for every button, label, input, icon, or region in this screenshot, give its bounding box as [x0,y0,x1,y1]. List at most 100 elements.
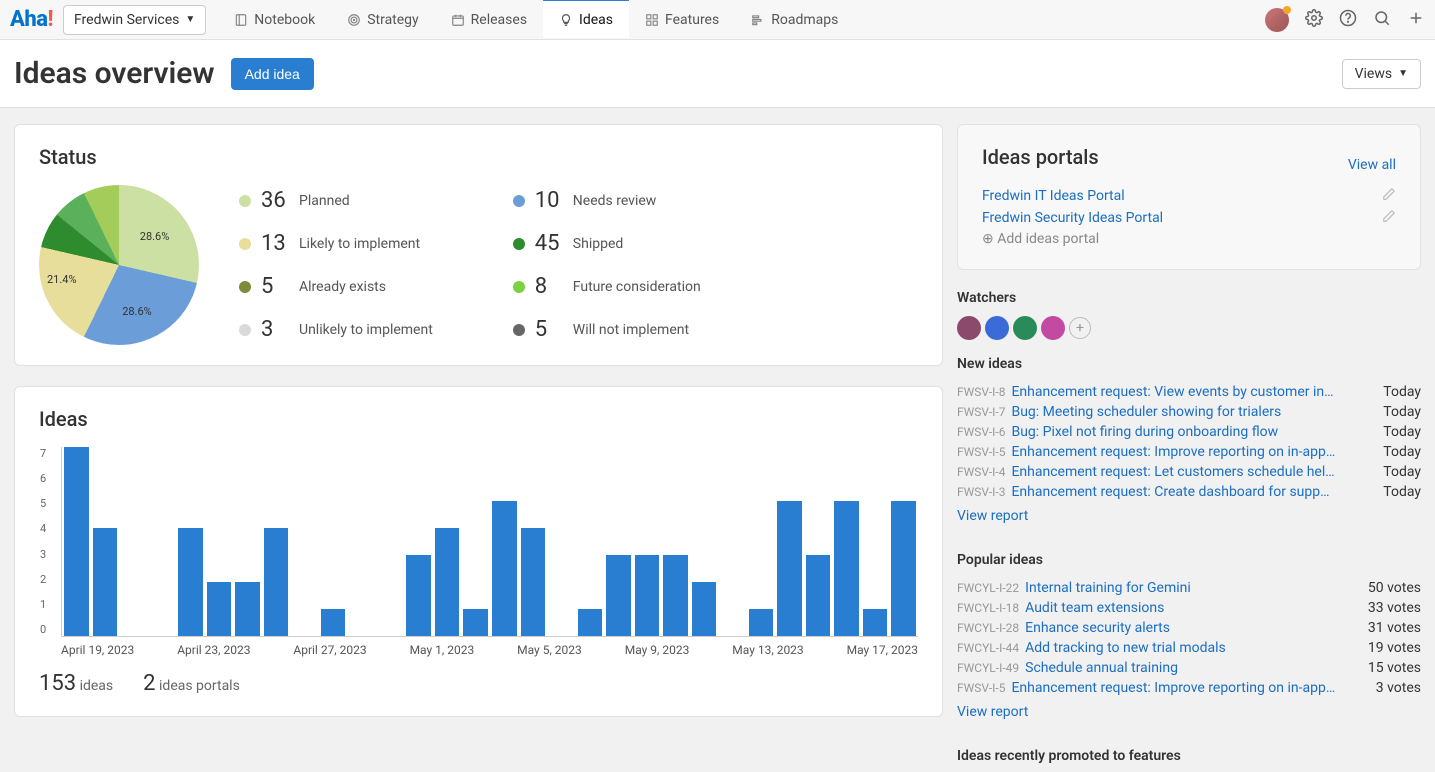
idea-link[interactable]: Add tracking to new trial modals [1025,640,1362,656]
watcher-avatar[interactable] [985,316,1009,340]
portal-link[interactable]: Fredwin IT Ideas Portal [982,188,1125,204]
portals-count-label: ideas portals [159,678,240,694]
idea-meta: 19 votes [1368,640,1421,656]
legend-item[interactable]: 5Will not implement [513,317,701,342]
legend-swatch-icon [239,324,251,336]
bar[interactable] [663,555,688,636]
pie-label: 28.6% [140,230,170,243]
user-avatar[interactable] [1265,8,1289,32]
status-pie-chart[interactable]: 28.6% 21.4% 28.6% [39,185,199,345]
bar[interactable] [891,501,916,636]
pie-label: 21.4% [47,273,77,286]
watchers-list: + [957,316,1421,340]
x-tick-label: April 19, 2023 [61,643,134,657]
legend-label: Needs review [573,193,657,209]
legend-item[interactable]: 36Planned [239,188,433,213]
views-dropdown[interactable]: Views ▼ [1342,59,1421,89]
bar[interactable] [406,555,431,636]
bar[interactable] [777,501,802,636]
bar[interactable] [93,528,118,636]
bar[interactable] [207,582,232,636]
portal-link[interactable]: Fredwin Security Ideas Portal [982,210,1163,226]
nav-tab-notebook[interactable]: Notebook [218,0,331,39]
idea-link[interactable]: Schedule annual training [1025,660,1362,676]
aha-logo[interactable]: Aha! [10,7,53,32]
add-idea-button[interactable]: Add idea [231,58,314,90]
view-all-portals-link[interactable]: View all [1348,157,1396,173]
bar[interactable] [578,609,603,636]
nav-tab-features[interactable]: Features [629,0,735,39]
help-icon[interactable] [1339,9,1357,31]
workspace-selector[interactable]: Fredwin Services ▼ [63,5,206,35]
bar[interactable] [606,555,631,636]
add-portal-button[interactable]: ⊕ Add ideas portal [982,231,1099,247]
watcher-avatar[interactable] [1013,316,1037,340]
nav-tab-releases[interactable]: Releases [435,0,543,39]
bar[interactable] [321,609,346,636]
idea-link[interactable]: Bug: Meeting scheduler showing for trial… [1011,404,1377,420]
chevron-down-icon: ▼ [185,14,195,25]
bar[interactable] [463,609,488,636]
search-icon[interactable] [1373,9,1391,31]
nav-tab-ideas[interactable]: Ideas [543,0,629,38]
bar[interactable] [64,447,89,636]
list-item: FWSV-I-5Enhancement request: Improve rep… [957,442,1421,462]
legend-item[interactable]: 45Shipped [513,231,701,256]
list-item: FWCYL-I-28Enhance security alerts31 vote… [957,618,1421,638]
legend-count: 36 [261,188,289,213]
idea-ref: FWCYL-I-44 [957,641,1019,655]
gear-icon[interactable] [1305,9,1323,31]
bar[interactable] [435,528,460,636]
workspace-name: Fredwin Services [74,12,179,28]
legend-count: 10 [535,188,563,213]
legend-item[interactable]: 10 Needs review [513,188,701,213]
bar[interactable] [178,528,203,636]
pencil-icon[interactable] [1382,187,1396,205]
add-icon[interactable] [1407,9,1425,31]
watcher-avatar[interactable] [957,316,981,340]
x-tick-label: May 5, 2023 [517,643,582,657]
idea-link[interactable]: Internal training for Gemini [1025,580,1362,596]
popular-ideas-view-report-link[interactable]: View report [957,704,1421,720]
legend-item[interactable]: 13Likely to implement [239,231,433,256]
idea-link[interactable]: Bug: Pixel not firing during onboarding … [1011,424,1377,440]
watcher-avatar[interactable] [1041,316,1065,340]
ideas-bar-chart[interactable]: 76543210 [61,447,918,637]
bar[interactable] [806,555,831,636]
idea-link[interactable]: Enhancement request: Let customers sched… [1011,464,1377,480]
bar[interactable] [834,501,859,636]
bar[interactable] [749,609,774,636]
bar[interactable] [863,609,888,636]
add-watcher-button[interactable]: + [1069,317,1091,339]
bar[interactable] [235,582,260,636]
idea-link[interactable]: Enhancement request: Create dashboard fo… [1011,484,1377,500]
legend-item[interactable]: 8Future consideration [513,274,701,299]
nav-tab-strategy[interactable]: Strategy [331,0,434,39]
ideas-count-label: ideas [80,678,114,694]
bar[interactable] [635,555,660,636]
legend-swatch-icon [239,281,251,293]
idea-meta: Today [1383,404,1421,420]
bar[interactable] [521,528,546,636]
bar[interactable] [492,501,517,636]
legend-item[interactable]: 5Already exists [239,274,433,299]
list-item: FWSV-I-4Enhancement request: Let custome… [957,462,1421,482]
pencil-icon[interactable] [1382,209,1396,227]
idea-link[interactable]: Enhancement request: Improve reporting o… [1011,680,1369,696]
new-ideas-view-report-link[interactable]: View report [957,508,1421,524]
ideas-chart-card: Ideas 76543210 April 19, 2023April 23, 2… [14,386,943,717]
legend-swatch-icon [513,195,525,207]
idea-link[interactable]: Enhancement request: Improve reporting o… [1011,444,1377,460]
nav-tab-roadmaps[interactable]: Roadmaps [735,0,854,39]
legend-label: Unlikely to implement [299,322,433,338]
bar[interactable] [264,528,289,636]
list-item: FWCYL-I-18Audit team extensions33 votes [957,598,1421,618]
legend-item[interactable]: 3Unlikely to implement [239,317,433,342]
portal-row: Fredwin IT Ideas Portal [982,185,1396,207]
legend-count: 45 [535,231,563,256]
idea-link[interactable]: Enhance security alerts [1025,620,1362,636]
idea-link[interactable]: Audit team extensions [1025,600,1362,616]
idea-link[interactable]: Enhancement request: View events by cust… [1011,384,1377,400]
bar[interactable] [692,582,717,636]
idea-ref: FWSV-I-5 [957,681,1005,695]
